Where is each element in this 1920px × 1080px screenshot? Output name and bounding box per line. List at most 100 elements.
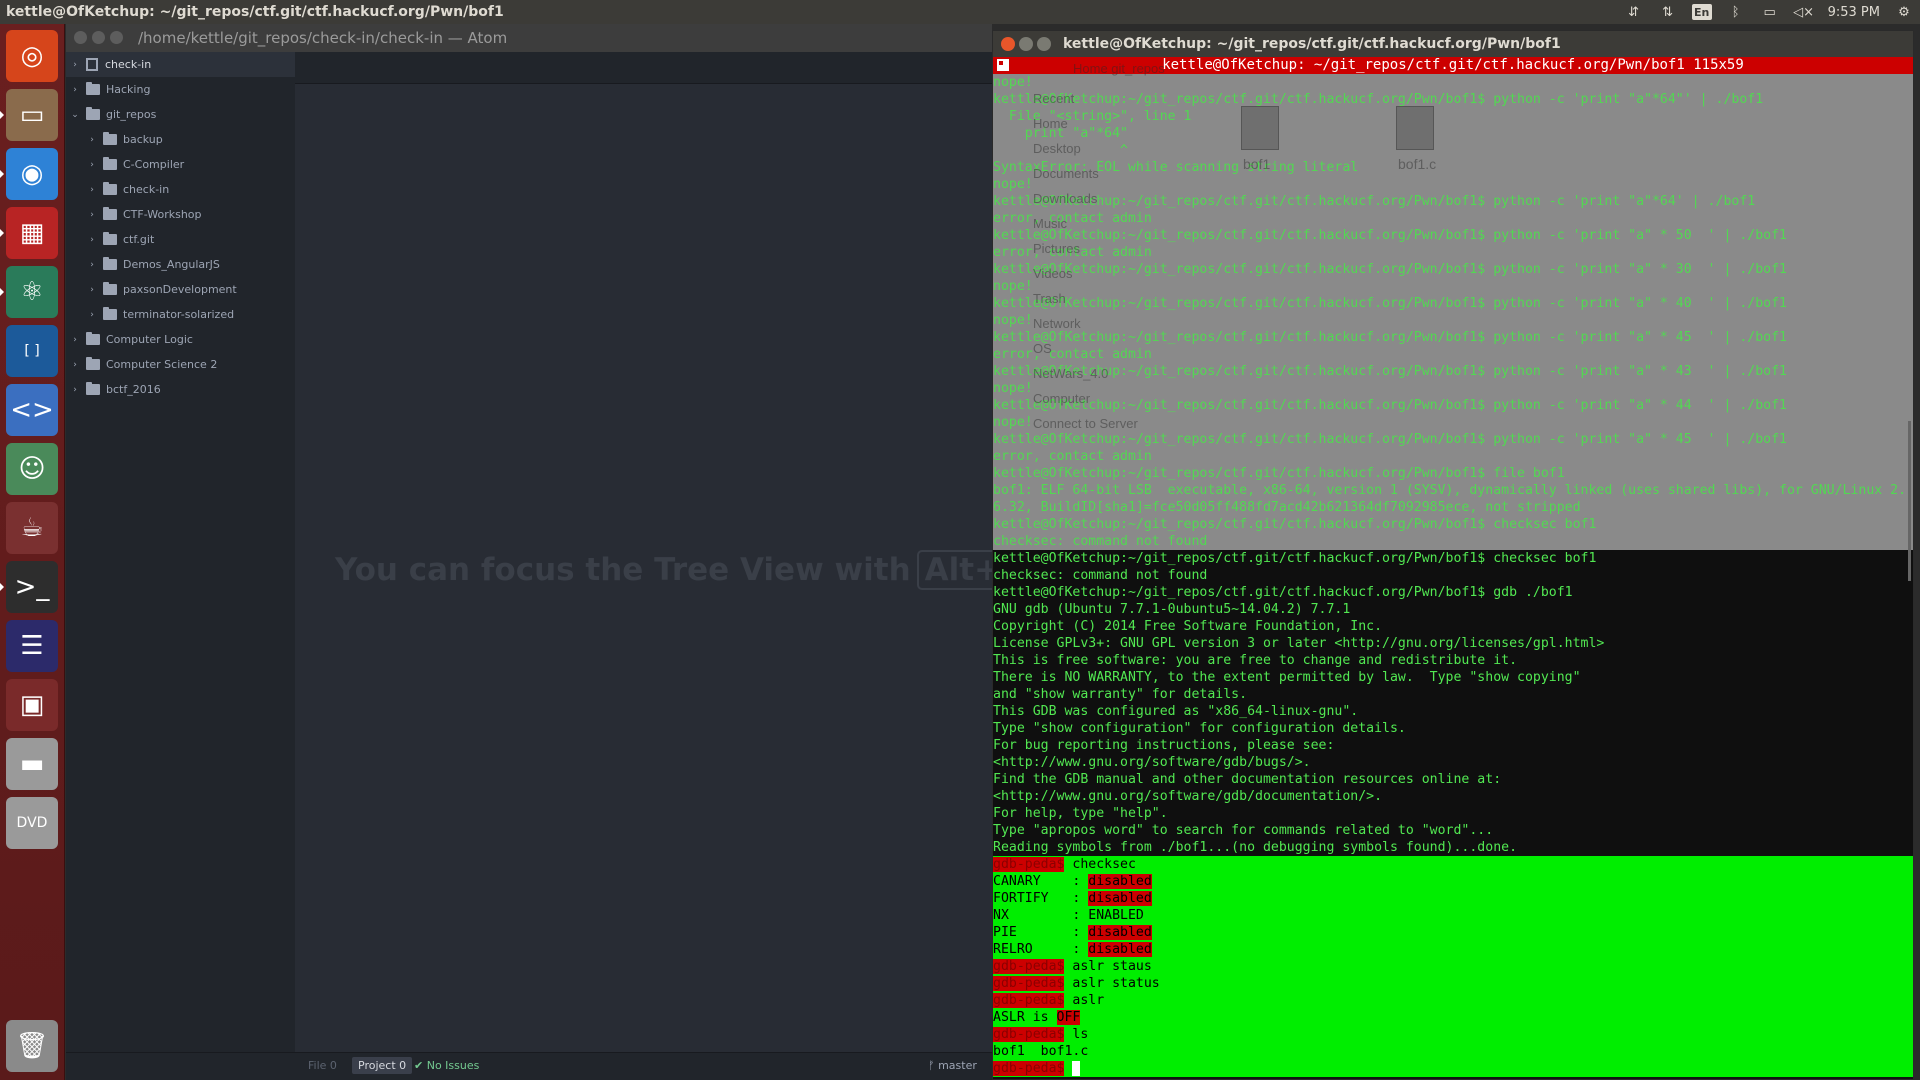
- chevron-right-icon[interactable]: ›: [70, 85, 80, 95]
- tree-item-label: check-in: [105, 58, 152, 71]
- game-icon[interactable]: ☺: [6, 443, 58, 495]
- eclipse-icon[interactable]: ☰: [6, 620, 58, 672]
- tree-item[interactable]: › Demos_AngularJS: [66, 252, 295, 277]
- trash-icon[interactable]: 🗑: [6, 1020, 58, 1072]
- gdb-output-label: NX :: [993, 908, 1089, 923]
- chevron-right-icon[interactable]: ›: [87, 160, 97, 170]
- terminal-output[interactable]: nope! kettle@OfKetchup:~/git_repos/ctf.gi…: [993, 74, 1913, 1080]
- terminal-line: There is NO WARRANTY, to the extent perm…: [993, 669, 1913, 686]
- chrome-icon[interactable]: ◉: [6, 148, 58, 200]
- clock[interactable]: 9:53 PM: [1828, 5, 1880, 20]
- status-project-count[interactable]: Project 0: [352, 1057, 413, 1074]
- chevron-right-icon[interactable]: ›: [87, 285, 97, 295]
- keyboard-layout-indicator[interactable]: En: [1691, 4, 1712, 20]
- status-issues[interactable]: ✔ No Issues: [414, 1059, 479, 1072]
- terminal-line: nope!: [993, 312, 1913, 329]
- chevron-right-icon[interactable]: ›: [70, 60, 80, 70]
- terminal-line: checksec: command not found: [993, 533, 1913, 550]
- terminal-line: 6.32, BuildID[sha1]=fce50d05ff488fd7acd4…: [993, 499, 1913, 516]
- tree-item[interactable]: › check-in: [66, 177, 295, 202]
- close-button[interactable]: [74, 31, 87, 44]
- chevron-right-icon[interactable]: ›: [87, 135, 97, 145]
- tree-view[interactable]: › check-in › Hacking ⌄ git_repos › backup › C-Com…: [66, 52, 295, 1080]
- folder-icon: [103, 207, 117, 220]
- chevron-right-icon[interactable]: ›: [87, 260, 97, 270]
- transfer-icon[interactable]: ⇅: [1658, 4, 1678, 20]
- tree-item[interactable]: › Computer Science 2: [66, 352, 295, 377]
- chevron-right-icon[interactable]: ›: [87, 210, 97, 220]
- terminal-line: Type "show configuration" for configurat…: [993, 720, 1913, 737]
- running-indicator: [0, 229, 4, 237]
- chevron-right-icon[interactable]: ›: [70, 335, 80, 345]
- gear-icon[interactable]: ⚙: [1894, 4, 1914, 20]
- gdb-output-label: CANARY :: [993, 874, 1089, 889]
- chevron-down-icon[interactable]: ⌄: [70, 110, 80, 120]
- terminal-window-title: kettle@OfKetchup: ~/git_repos/ctf.git/ct…: [1063, 36, 1561, 52]
- running-indicator: [0, 288, 4, 296]
- gdb-prompt: gdb-peda$: [993, 976, 1065, 991]
- close-button[interactable]: [1001, 37, 1015, 51]
- tree-item[interactable]: › paxsonDevelopment: [66, 277, 295, 302]
- git-branch[interactable]: ᚠ master: [928, 1059, 977, 1072]
- terminal-line: kettle@OfKetchup:~/git_repos/ctf.git/ctf…: [993, 516, 1913, 533]
- chevron-right-icon[interactable]: ›: [87, 185, 97, 195]
- tree-item[interactable]: › backup: [66, 127, 295, 152]
- files-icon[interactable]: ▭: [6, 89, 58, 141]
- terminal-icon[interactable]: >_: [6, 561, 58, 613]
- tree-item[interactable]: › Hacking: [66, 77, 295, 102]
- tree-item[interactable]: › ctf.git: [66, 227, 295, 252]
- terminal-scrollbar[interactable]: [1908, 421, 1911, 581]
- tree-item[interactable]: › C-Compiler: [66, 152, 295, 177]
- maximize-button[interactable]: [110, 31, 123, 44]
- terminal-tab-label: kettle@OfKetchup: ~/git_repos/ctf.git/ct…: [1162, 57, 1744, 73]
- ubuntu-dash-icon[interactable]: ◎: [6, 30, 58, 82]
- network-icon[interactable]: ⇵: [1624, 4, 1644, 20]
- tree-item[interactable]: ⌄ git_repos: [66, 102, 295, 127]
- terminal-line: nope!: [993, 278, 1913, 295]
- java-icon[interactable]: ☕: [6, 502, 58, 554]
- terminal-line: gdb-peda$ aslr staus: [993, 958, 1913, 975]
- status-bar: File 0 Project 0 ✔ No Issues ᚠ master: [66, 1052, 992, 1080]
- bluetooth-icon[interactable]: ᛒ: [1726, 4, 1746, 20]
- brackets-icon[interactable]: [ ]: [6, 325, 58, 377]
- chevron-right-icon[interactable]: ›: [70, 385, 80, 395]
- terminator-icon[interactable]: ▦: [6, 207, 58, 259]
- terminal-line: nope!: [993, 176, 1913, 193]
- chevron-right-icon[interactable]: ›: [70, 360, 80, 370]
- terminal-line: NX : ENABLED: [993, 907, 1913, 924]
- tree-item[interactable]: › CTF-Workshop: [66, 202, 295, 227]
- terminator-menu-icon[interactable]: [997, 59, 1009, 71]
- tree-item[interactable]: › bctf_2016: [66, 377, 295, 402]
- terminal-line: kettle@OfKetchup:~/git_repos/ctf.git/ctf…: [993, 431, 1913, 448]
- tree-item[interactable]: › terminator-solarized: [66, 302, 295, 327]
- chevron-right-icon[interactable]: ›: [87, 235, 97, 245]
- chevron-right-icon[interactable]: ›: [87, 310, 97, 320]
- maximize-button[interactable]: [1037, 37, 1051, 51]
- tree-item-label: git_repos: [106, 108, 157, 121]
- tree-item[interactable]: › check-in: [66, 52, 295, 77]
- workspace-switcher-icon[interactable]: ▣: [6, 679, 58, 731]
- tree-item-label: check-in: [123, 183, 170, 196]
- terminal-line: For bug reporting instructions, please s…: [993, 737, 1913, 754]
- gdb-command: aslr: [1064, 993, 1105, 1008]
- tree-item[interactable]: › Computer Logic: [66, 327, 295, 352]
- terminal-line: bof1: ELF 64-bit LSB executable, x86-64,…: [993, 482, 1913, 499]
- atom-icon[interactable]: ⚛: [6, 266, 58, 318]
- minimize-button[interactable]: [92, 31, 105, 44]
- terminal-line: kettle@OfKetchup:~/git_repos/ctf.git/ctf…: [993, 193, 1913, 210]
- status-file-count[interactable]: File 0: [308, 1059, 337, 1072]
- battery-icon[interactable]: ▭: [1760, 4, 1780, 20]
- terminal-line: error, contact admin: [993, 244, 1913, 261]
- gdb-output-value: disabled: [1088, 874, 1152, 889]
- volume-muted-icon[interactable]: ◁×: [1793, 4, 1814, 20]
- tree-item-label: terminator-solarized: [123, 308, 235, 321]
- editor-pane[interactable]: You can focus the Tree View with Alt+\: [295, 52, 1020, 1080]
- terminal-line: This is free software: you are free to c…: [993, 652, 1913, 669]
- top-panel: kettle@OfKetchup: ~/git_repos/ctf.git/ct…: [0, 0, 1920, 24]
- dvd-icon[interactable]: DVD: [6, 797, 58, 849]
- terminal-line: File "<string>", line 1: [993, 108, 1913, 125]
- code-editor-icon[interactable]: <>: [6, 384, 58, 436]
- terminal-line: Find the GDB manual and other documentat…: [993, 771, 1913, 788]
- minimize-button[interactable]: [1019, 37, 1033, 51]
- drive-icon[interactable]: ▬: [6, 738, 58, 790]
